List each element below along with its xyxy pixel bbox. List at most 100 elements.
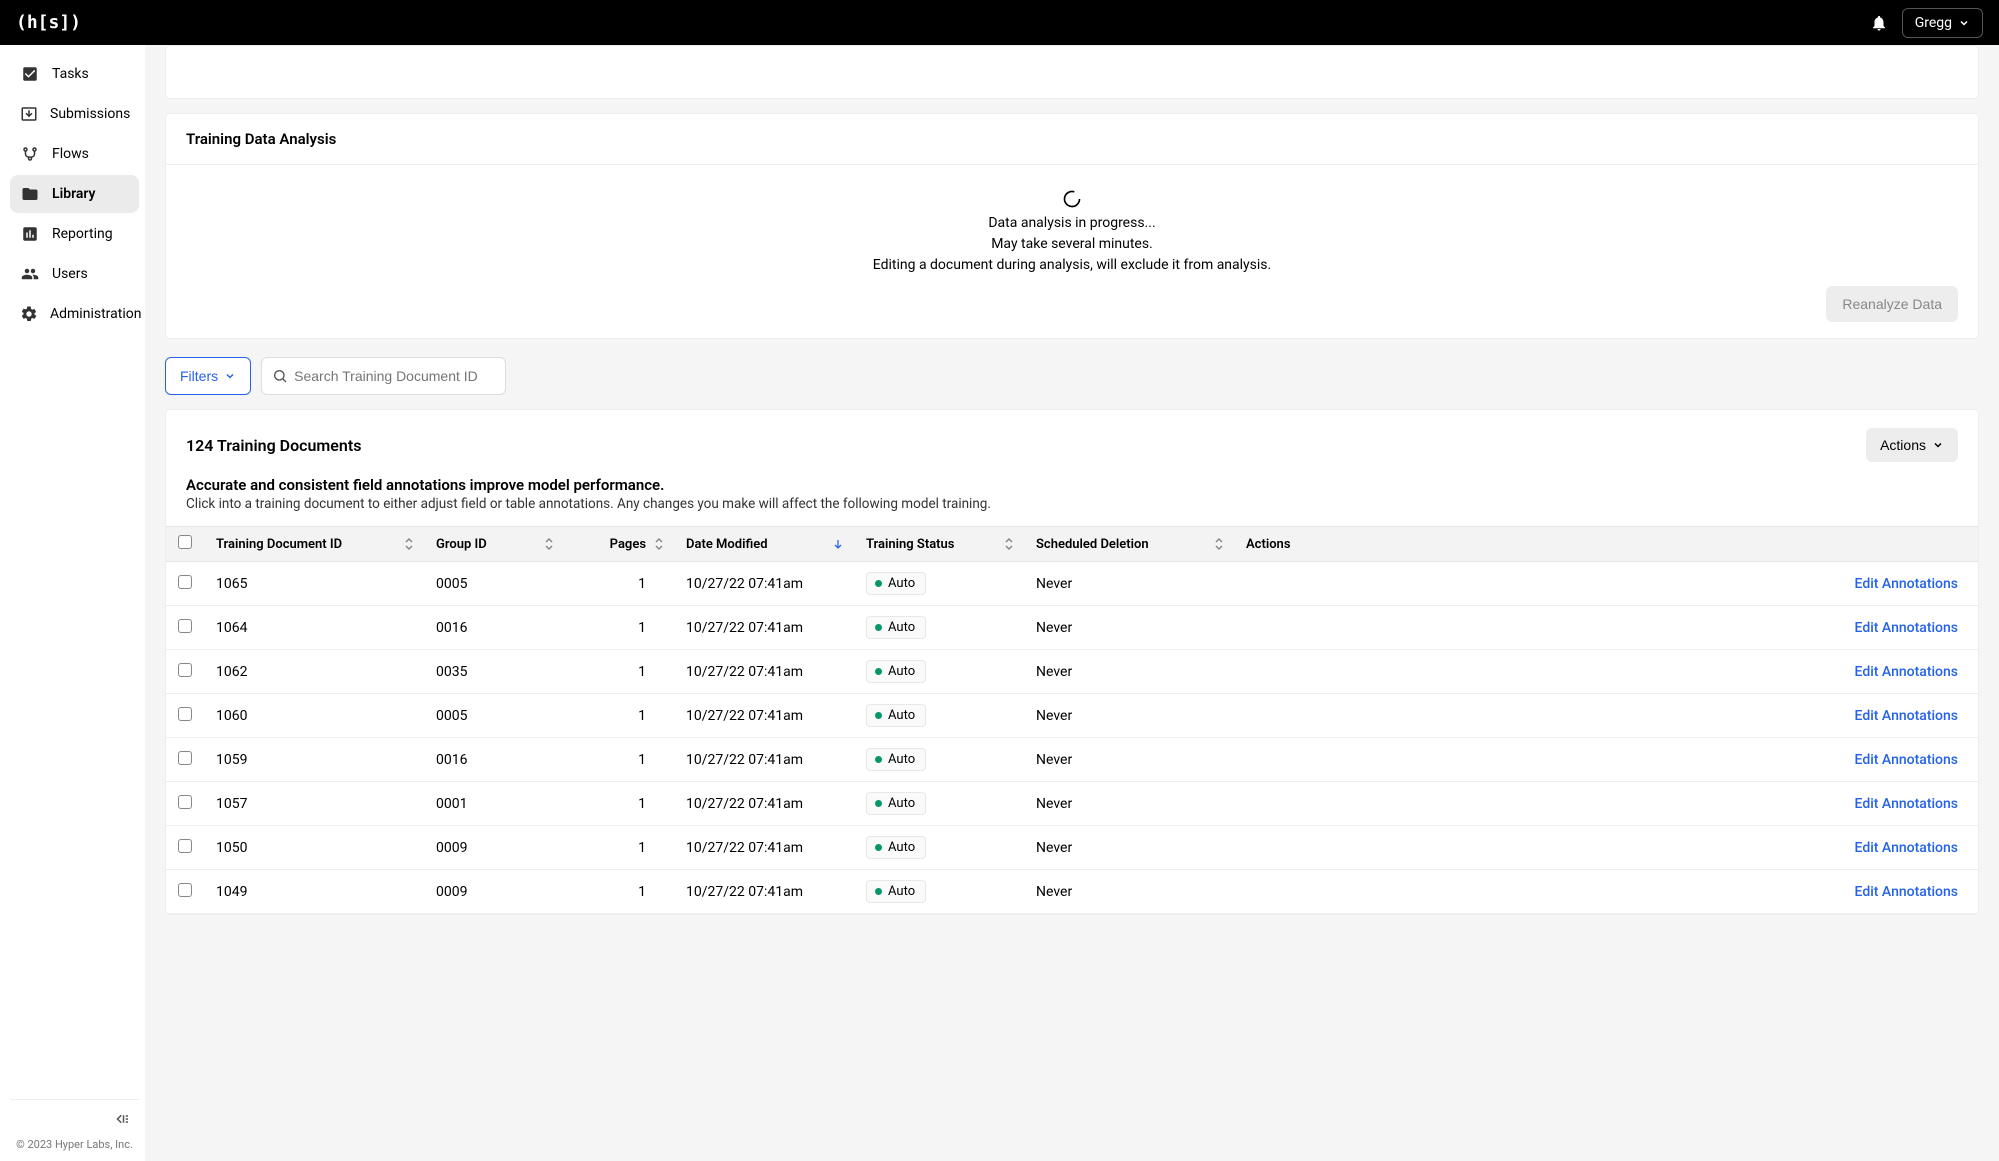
table-row: 10590016110/27/22 07:41amAutoNeverEdit A…	[166, 738, 1978, 782]
cell-group-id: 0009	[424, 826, 564, 870]
chevron-down-icon	[1932, 439, 1944, 451]
cell-scheduled-deletion: Never	[1024, 694, 1234, 738]
status-dot-icon	[875, 844, 882, 851]
status-dot-icon	[875, 712, 882, 719]
sidebar-item-flows[interactable]: Flows	[10, 135, 139, 173]
cell-doc-id[interactable]: 1050	[204, 826, 424, 870]
col-group-id[interactable]: Group ID	[424, 527, 564, 562]
user-menu[interactable]: Gregg	[1902, 8, 1983, 38]
search-wrapper	[261, 357, 506, 395]
sidebar-item-submissions[interactable]: Submissions	[10, 95, 139, 133]
training-analysis-title: Training Data Analysis	[166, 114, 1978, 165]
main: Training Data Analysis Data analysis in …	[145, 45, 1999, 1161]
row-checkbox[interactable]	[178, 619, 192, 633]
cell-doc-id[interactable]: 1057	[204, 782, 424, 826]
collapse-sidebar-icon[interactable]	[113, 1110, 139, 1128]
sidebar-item-library[interactable]: Library	[10, 175, 139, 213]
cell-training-status: Auto	[854, 738, 1024, 782]
cell-group-id: 0009	[424, 870, 564, 914]
edit-annotations-link[interactable]: Edit Annotations	[1855, 576, 1958, 592]
tasks-icon	[20, 65, 40, 83]
filter-row: Filters	[165, 357, 1979, 395]
col-pages[interactable]: Pages	[564, 527, 674, 562]
submissions-icon	[20, 105, 38, 123]
sidebar-item-label: Flows	[52, 146, 89, 162]
table-row: 10650005110/27/22 07:41amAutoNever Edit A…	[166, 562, 1978, 606]
cell-scheduled-deletion: Never	[1024, 826, 1234, 870]
cell-group-id: 0001	[424, 782, 564, 826]
cell-scheduled-deletion: Never	[1024, 870, 1234, 914]
edit-annotations-link[interactable]: Edit Annotations	[1855, 620, 1958, 636]
copyright: © 2023 Hyper Labs, Inc.	[16, 1138, 133, 1151]
search-input[interactable]	[288, 358, 495, 394]
cell-scheduled-deletion: Never	[1024, 782, 1234, 826]
cell-doc-id[interactable]: 1062	[204, 650, 424, 694]
sidebar-item-label: Tasks	[52, 66, 89, 82]
sidebar-item-administration[interactable]: Administration	[10, 295, 139, 333]
sidebar-item-users[interactable]: Users	[10, 255, 139, 293]
edit-annotations-link[interactable]: Edit Annotations	[1855, 752, 1958, 768]
cell-doc-id[interactable]: 1065	[204, 562, 424, 606]
row-checkbox[interactable]	[178, 663, 192, 677]
cell-doc-id[interactable]: 1049	[204, 870, 424, 914]
cell-group-id: 0016	[424, 606, 564, 650]
info-title: Accurate and consistent field annotation…	[186, 476, 1958, 494]
cell-doc-id[interactable]: 1064	[204, 606, 424, 650]
chevron-down-icon	[224, 370, 236, 382]
chevron-down-icon	[1958, 17, 1970, 29]
sidebar-item-tasks[interactable]: Tasks	[10, 55, 139, 93]
cell-date-modified: 10/27/22 07:41am	[674, 562, 854, 606]
search-icon	[272, 368, 288, 384]
cell-pages: 1	[564, 826, 674, 870]
sort-icon	[1214, 537, 1224, 551]
col-actions: Actions	[1234, 527, 1978, 562]
sidebar-item-label: Administration	[50, 306, 141, 322]
status-dot-icon	[875, 580, 882, 587]
row-checkbox[interactable]	[178, 575, 192, 589]
select-all-checkbox[interactable]	[178, 535, 192, 549]
sidebar-item-reporting[interactable]: Reporting	[10, 215, 139, 253]
cell-group-id: 0005	[424, 694, 564, 738]
row-checkbox[interactable]	[178, 751, 192, 765]
filters-button[interactable]: Filters	[165, 357, 251, 395]
sidebar-item-label: Submissions	[50, 106, 130, 122]
cell-group-id: 0016	[424, 738, 564, 782]
sidebar-item-label: Reporting	[52, 226, 113, 242]
documents-table: Training Document ID Group ID	[166, 526, 1978, 914]
edit-annotations-link[interactable]: Edit Annotations	[1855, 884, 1958, 900]
users-icon	[20, 265, 40, 283]
col-scheduled-deletion[interactable]: Scheduled Deletion	[1024, 527, 1234, 562]
row-checkbox[interactable]	[178, 795, 192, 809]
edit-annotations-link[interactable]: Edit Annotations	[1855, 840, 1958, 856]
sidebar: Tasks Submissions Flows Library Reporting Use…	[0, 45, 145, 1161]
table-row: 10570001110/27/22 07:41amAutoNeverEdit A…	[166, 782, 1978, 826]
actions-menu-button[interactable]: Actions	[1866, 428, 1958, 462]
cell-scheduled-deletion: Never	[1024, 562, 1234, 606]
row-checkbox[interactable]	[178, 883, 192, 897]
cell-group-id: 0005	[424, 562, 564, 606]
cell-training-status: Auto	[854, 562, 1024, 606]
table-row: 10600005110/27/22 07:41amAutoNeverEdit A…	[166, 694, 1978, 738]
cell-training-status: Auto	[854, 870, 1024, 914]
col-doc-id[interactable]: Training Document ID	[204, 527, 424, 562]
reanalyze-data-button[interactable]: Reanalyze Data	[1826, 286, 1958, 322]
row-checkbox[interactable]	[178, 707, 192, 721]
status-dot-icon	[875, 800, 882, 807]
cell-doc-id[interactable]: 1060	[204, 694, 424, 738]
cell-date-modified: 10/27/22 07:41am	[674, 738, 854, 782]
cell-training-status: Auto	[854, 826, 1024, 870]
edit-annotations-link[interactable]: Edit Annotations	[1855, 708, 1958, 724]
col-date-modified[interactable]: Date Modified	[674, 527, 854, 562]
notifications-icon[interactable]	[1870, 14, 1888, 32]
row-checkbox[interactable]	[178, 839, 192, 853]
edit-annotations-link[interactable]: Edit Annotations	[1855, 664, 1958, 680]
logo: (h[s])	[16, 12, 81, 33]
cell-scheduled-deletion: Never	[1024, 606, 1234, 650]
cell-pages: 1	[564, 782, 674, 826]
col-training-status[interactable]: Training Status	[854, 527, 1024, 562]
table-row: 10620035110/27/22 07:41amAutoNeverEdit A…	[166, 650, 1978, 694]
cell-pages: 1	[564, 562, 674, 606]
topbar: (h[s]) Gregg	[0, 0, 1999, 45]
edit-annotations-link[interactable]: Edit Annotations	[1855, 796, 1958, 812]
cell-doc-id[interactable]: 1059	[204, 738, 424, 782]
